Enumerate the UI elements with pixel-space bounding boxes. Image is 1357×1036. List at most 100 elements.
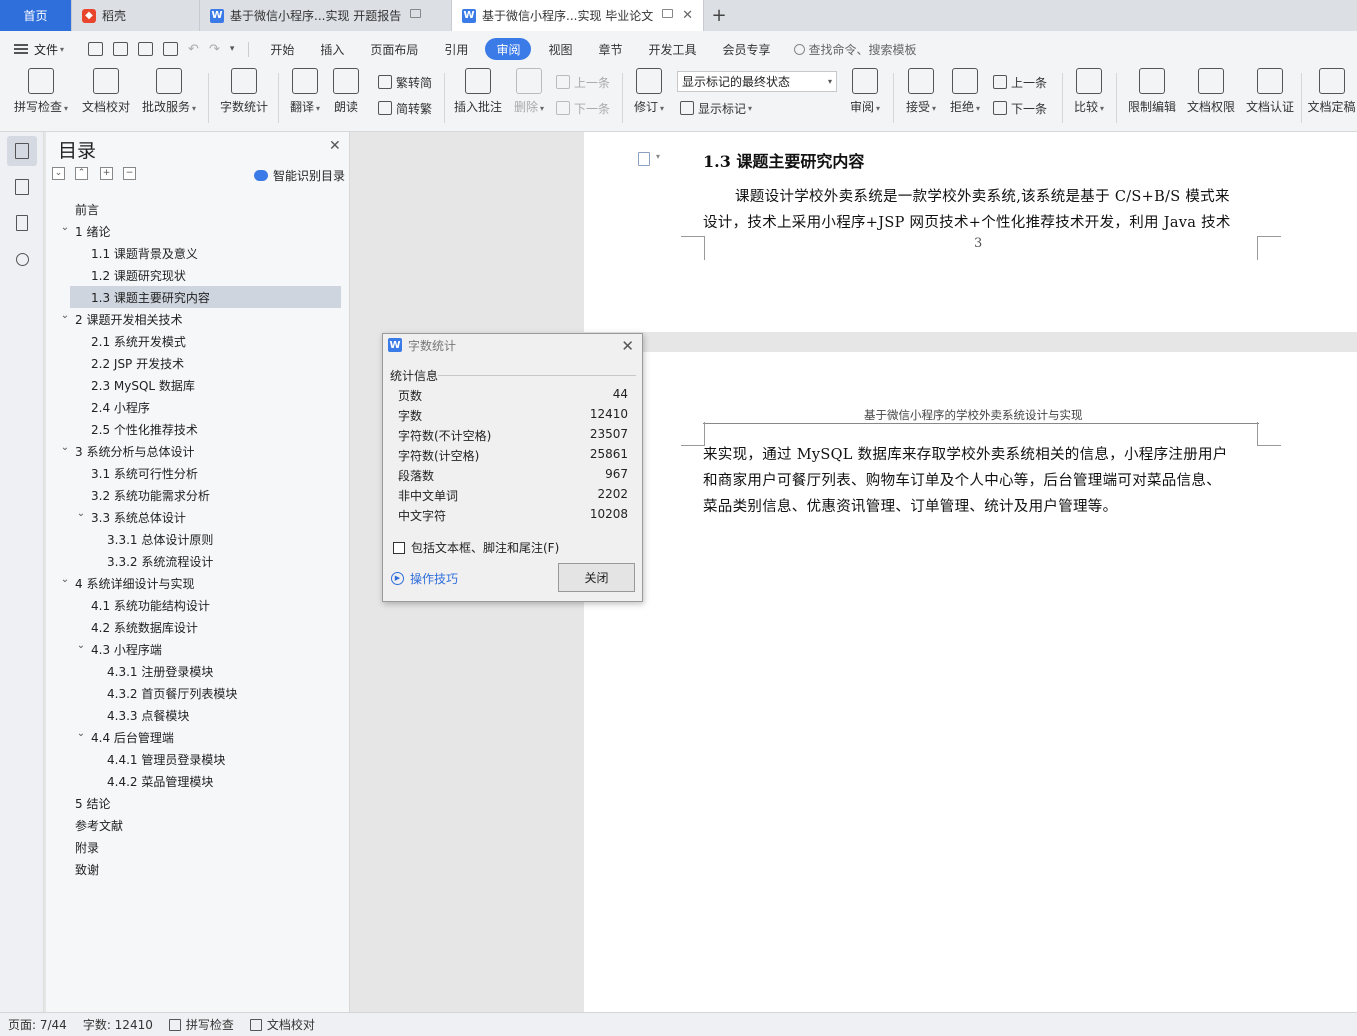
chevron-down-icon[interactable]: ▾ bbox=[230, 44, 235, 54]
toc-item[interactable]: 2.3 MySQL 数据库 bbox=[46, 374, 350, 396]
checkbox-box[interactable] bbox=[393, 541, 405, 554]
menu-view[interactable]: 视图 bbox=[535, 38, 585, 60]
spellcheck-button[interactable]: 拼写检查 ▾ bbox=[12, 67, 70, 129]
close-icon[interactable]: ✕ bbox=[621, 337, 634, 355]
toc-item[interactable]: 致谢 bbox=[46, 858, 350, 880]
export-icon[interactable] bbox=[113, 42, 129, 56]
tab-daoke[interactable]: ◆ 稻壳 bbox=[72, 0, 200, 31]
tab-proposal-doc[interactable]: W 基于微信小程序...实现 开题报告 bbox=[200, 0, 452, 31]
close-icon[interactable]: ✕ bbox=[329, 138, 341, 154]
next-change-button[interactable]: 下一条 bbox=[993, 99, 1047, 117]
restrict-editing-button[interactable]: 限制编辑 bbox=[1126, 67, 1178, 129]
chevron-down-icon[interactable]: ⌄ bbox=[76, 640, 86, 651]
toc-item[interactable]: 1.2 课题研究现状 bbox=[46, 264, 350, 286]
toc-item[interactable]: 附录 bbox=[46, 836, 350, 858]
toc-item[interactable]: 1.1 课题背景及意义 bbox=[46, 242, 350, 264]
menu-section[interactable]: 章节 bbox=[585, 38, 635, 60]
chevron-down-icon[interactable]: ⌄ bbox=[60, 222, 70, 233]
command-search[interactable]: 查找命令、搜索模板 bbox=[793, 41, 917, 58]
markup-state-select[interactable]: 显示标记的最终状态 ▾ bbox=[677, 71, 837, 92]
chevron-down-icon[interactable]: ⌄ bbox=[60, 574, 70, 585]
print-icon[interactable] bbox=[138, 42, 154, 56]
toc-item[interactable]: 3.2 系统功能需求分析 bbox=[46, 484, 350, 506]
toc-item[interactable]: ⌄ 3 系统分析与总体设计 bbox=[46, 440, 350, 462]
tab-thesis-doc[interactable]: W 基于微信小程序...实现 毕业论文 ✕ bbox=[452, 0, 704, 31]
toc-item[interactable]: 2.1 系统开发模式 bbox=[46, 330, 350, 352]
menu-review[interactable]: 审阅 bbox=[485, 38, 532, 60]
include-textbox-checkbox[interactable]: 包括文本框、脚注和尾注(F) bbox=[393, 539, 559, 556]
toc-item[interactable]: 2.4 小程序 bbox=[46, 396, 350, 418]
smart-toc-button[interactable]: 智能识别目录 bbox=[254, 167, 345, 184]
toc-item[interactable]: 2.5 个性化推荐技术 bbox=[46, 418, 350, 440]
trad-to-simp-button[interactable]: 繁转简 bbox=[378, 73, 432, 91]
toc-item[interactable]: ⌄ 4.4 后台管理端 bbox=[46, 726, 350, 748]
tips-link[interactable]: ▶ 操作技巧 bbox=[391, 570, 458, 587]
menu-home[interactable]: 开始 bbox=[257, 38, 307, 60]
toc-item[interactable]: 参考文献 bbox=[46, 814, 350, 836]
toc-item[interactable]: ⌄ 1 绪论 bbox=[46, 220, 350, 242]
paragraph-options-icon[interactable] bbox=[638, 152, 650, 166]
redo-icon[interactable]: ↷ bbox=[209, 42, 220, 57]
toc-item[interactable]: ⌄ 4.3 小程序端 bbox=[46, 638, 350, 660]
delete-comment-button[interactable]: 删除 ▾ bbox=[511, 67, 547, 129]
toc-item[interactable]: 4.3.2 首页餐厅列表模块 bbox=[46, 682, 350, 704]
show-markup-button[interactable]: 显示标记 ▾ bbox=[680, 99, 752, 117]
close-button[interactable]: 关闭 bbox=[558, 563, 635, 592]
minus-icon[interactable]: − bbox=[123, 167, 136, 180]
chevron-down-icon[interactable]: ▾ bbox=[656, 152, 660, 161]
menu-developer[interactable]: 开发工具 bbox=[635, 38, 709, 60]
toc-item[interactable]: 4.4.1 管理员登录模块 bbox=[46, 748, 350, 770]
simp-to-trad-button[interactable]: 简转繁 bbox=[378, 99, 432, 117]
print-preview-icon[interactable] bbox=[163, 42, 179, 56]
section-pane-button[interactable] bbox=[7, 172, 37, 202]
compare-button[interactable]: 比较 ▾ bbox=[1071, 67, 1107, 129]
toc-item[interactable]: 4.1 系统功能结构设计 bbox=[46, 594, 350, 616]
toc-item[interactable]: 前言 bbox=[46, 198, 350, 220]
toc-item[interactable]: 1.3 课题主要研究内容 bbox=[70, 286, 341, 308]
bookmark-pane-button[interactable] bbox=[7, 208, 37, 238]
track-changes-button[interactable]: 修订 ▾ bbox=[631, 67, 667, 129]
new-tab-button[interactable]: + bbox=[704, 0, 734, 31]
find-pane-button[interactable] bbox=[7, 244, 37, 274]
status-proofread[interactable]: 文档校对 bbox=[242, 1016, 323, 1033]
toc-item[interactable]: ⌄ 4 系统详细设计与实现 bbox=[46, 572, 350, 594]
undo-icon[interactable]: ↶ bbox=[188, 42, 199, 57]
plus-icon[interactable]: + bbox=[100, 167, 113, 180]
tab-home[interactable]: 首页 bbox=[0, 0, 72, 31]
expand-up-icon[interactable]: ⌃ bbox=[75, 167, 88, 180]
insert-comment-button[interactable]: 插入批注 bbox=[452, 67, 504, 129]
file-menu[interactable]: 文件 ▾ bbox=[0, 41, 74, 58]
toc-item[interactable]: 4.2 系统数据库设计 bbox=[46, 616, 350, 638]
translate-button[interactable]: 翻译 ▾ bbox=[287, 67, 323, 129]
word-count-button[interactable]: 字数统计 bbox=[218, 67, 270, 129]
review-service-button[interactable]: 批改服务 ▾ bbox=[140, 67, 198, 129]
toc-item[interactable]: 4.3.1 注册登录模块 bbox=[46, 660, 350, 682]
toc-item[interactable]: 3.1 系统可行性分析 bbox=[46, 462, 350, 484]
chevron-down-icon[interactable]: ⌄ bbox=[76, 728, 86, 739]
read-aloud-button[interactable]: 朗读 bbox=[331, 67, 361, 129]
toc-item[interactable]: 3.3.2 系统流程设计 bbox=[46, 550, 350, 572]
toc-item[interactable]: 5 结论 bbox=[46, 792, 350, 814]
toc-item[interactable]: ⌄ 2 课题开发相关技术 bbox=[46, 308, 350, 330]
save-icon[interactable] bbox=[88, 42, 104, 56]
prev-comment-button[interactable]: 上一条 bbox=[556, 73, 610, 91]
toc-item[interactable]: 4.3.3 点餐模块 bbox=[46, 704, 350, 726]
reject-button[interactable]: 拒绝 ▾ bbox=[947, 67, 983, 129]
menu-references[interactable]: 引用 bbox=[431, 38, 481, 60]
chevron-down-icon[interactable]: ⌄ bbox=[76, 508, 86, 519]
window-icon[interactable] bbox=[662, 9, 673, 18]
toc-pane-button[interactable] bbox=[7, 136, 37, 166]
menu-insert[interactable]: 插入 bbox=[307, 38, 357, 60]
doc-auth-button[interactable]: 文档认证 bbox=[1244, 67, 1296, 129]
chevron-down-icon[interactable]: ⌄ bbox=[60, 310, 70, 321]
chevron-down-icon[interactable]: ⌄ bbox=[60, 442, 70, 453]
toc-item[interactable]: 2.2 JSP 开发技术 bbox=[46, 352, 350, 374]
toc-item[interactable]: 4.4.2 菜品管理模块 bbox=[46, 770, 350, 792]
toc-item[interactable]: 3.3.1 总体设计原则 bbox=[46, 528, 350, 550]
doc-rights-button[interactable]: 文档权限 bbox=[1185, 67, 1237, 129]
accept-button[interactable]: 接受 ▾ bbox=[903, 67, 939, 129]
close-icon[interactable]: ✕ bbox=[682, 8, 693, 23]
collapse-all-icon[interactable]: ⌄ bbox=[52, 167, 65, 180]
toc-item[interactable]: ⌄ 3.3 系统总体设计 bbox=[46, 506, 350, 528]
status-spellcheck[interactable]: 拼写检查 bbox=[161, 1016, 242, 1033]
